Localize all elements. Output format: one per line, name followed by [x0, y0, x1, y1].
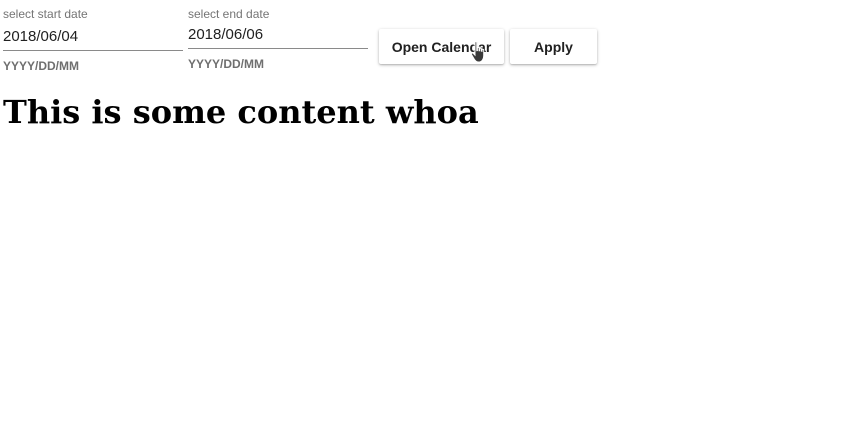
end-date-input[interactable] [188, 26, 368, 49]
apply-button[interactable]: Apply [510, 29, 597, 64]
start-date-hint: YYYY/DD/MM [3, 59, 80, 73]
start-date-input[interactable] [3, 28, 183, 51]
start-date-field[interactable]: select start date YYYY/DD/MM [3, 7, 183, 73]
content-heading: This is some content whoa [3, 93, 479, 131]
start-date-label: select start date [3, 7, 88, 21]
open-calendar-button[interactable]: Open Calendar [379, 29, 504, 64]
end-date-field[interactable]: select end date YYYY/DD/MM [188, 7, 368, 71]
end-date-label: select end date [188, 7, 270, 21]
end-date-hint: YYYY/DD/MM [188, 57, 265, 71]
